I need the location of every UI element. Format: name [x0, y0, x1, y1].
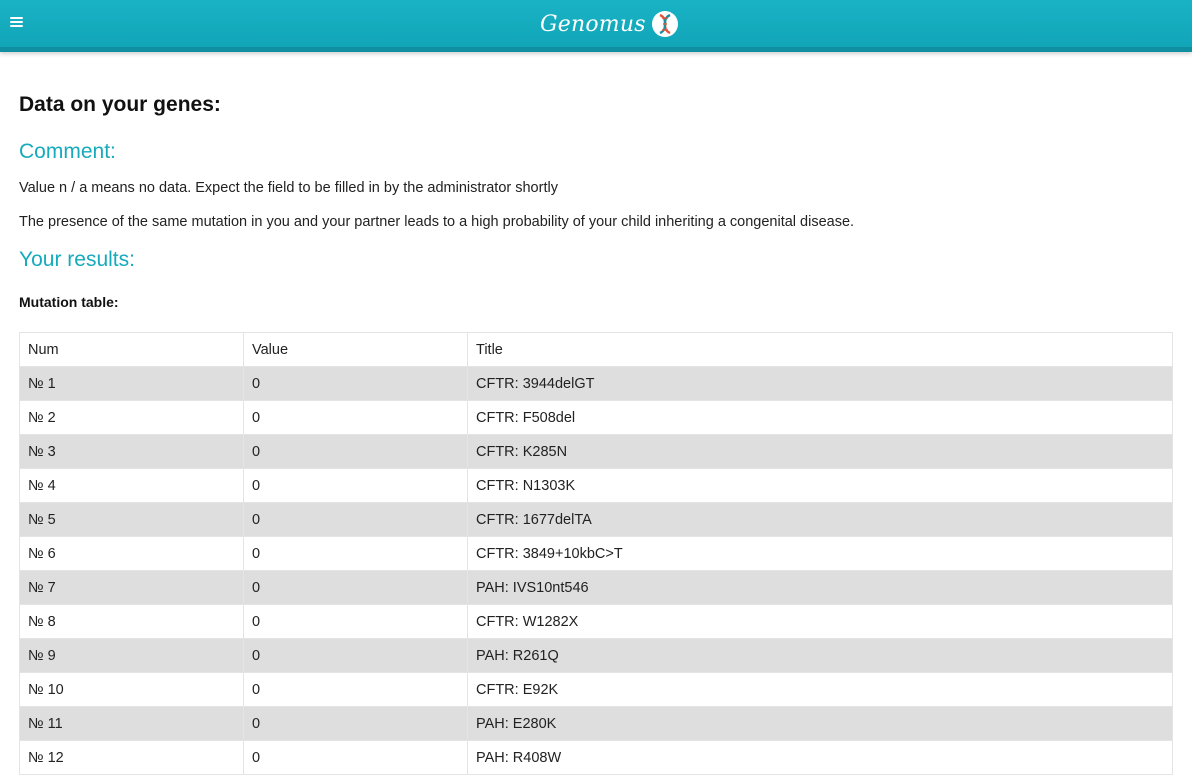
cell-value: 0 [243, 638, 468, 673]
cell-num: № 12 [19, 740, 244, 775]
table-row: № 6 0 CFTR: 3849+10kbC>T [19, 536, 1173, 571]
cell-num: № 5 [19, 502, 244, 537]
cell-num: № 7 [19, 570, 244, 605]
cell-value: 0 [243, 570, 468, 605]
cell-num: № 9 [19, 638, 244, 673]
cell-num: № 4 [19, 468, 244, 503]
brand-name: Genomus [540, 11, 646, 37]
table-row: № 5 0 CFTR: 1677delTA [19, 502, 1173, 537]
comment-text-2: The presence of the same mutation in you… [19, 214, 855, 230]
hamburger-menu-icon[interactable] [10, 17, 23, 28]
cell-value: 0 [243, 536, 468, 571]
table-caption: Mutation table: [19, 294, 119, 310]
table-row: № 4 0 CFTR: N1303K [19, 468, 1173, 503]
cell-title: PAH: IVS10nt546 [467, 570, 1173, 605]
cell-value: 0 [243, 604, 468, 639]
results-heading: Your results: [19, 248, 135, 271]
cell-title: PAH: R261Q [467, 638, 1173, 673]
cell-value: 0 [243, 468, 468, 503]
cell-title: CFTR: N1303K [467, 468, 1173, 503]
dna-logo-icon [651, 11, 678, 37]
table-row: № 8 0 CFTR: W1282X [19, 604, 1173, 639]
table-row: № 7 0 PAH: IVS10nt546 [19, 570, 1173, 605]
table-row: № 10 0 CFTR: E92K [19, 672, 1173, 707]
table-header-row: Num Value Title [19, 332, 1173, 367]
table-row: № 2 0 CFTR: F508del [19, 400, 1173, 435]
cell-value: 0 [243, 706, 468, 741]
cell-title: CFTR: 3849+10kbC>T [467, 536, 1173, 571]
cell-title: CFTR: W1282X [467, 604, 1173, 639]
cell-title: PAH: E280K [467, 706, 1173, 741]
comment-text-1: Value n / a means no data. Expect the fi… [19, 180, 558, 196]
brand[interactable]: Genomus [540, 7, 679, 41]
cell-value: 0 [243, 502, 468, 537]
cell-value: 0 [243, 434, 468, 469]
mutation-table: Num Value Title № 1 0 CFTR: 3944delGT № … [19, 332, 1173, 775]
comment-heading: Comment: [19, 140, 116, 163]
cell-title: CFTR: K285N [467, 434, 1173, 469]
page-title: Data on your genes: [19, 93, 221, 116]
top-bar: Genomus [0, 0, 1192, 52]
cell-num: № 11 [19, 706, 244, 741]
table-row: № 9 0 PAH: R261Q [19, 638, 1173, 673]
cell-title: CFTR: 3944delGT [467, 366, 1173, 401]
table-row: № 11 0 PAH: E280K [19, 706, 1173, 741]
cell-value: 0 [243, 740, 468, 775]
cell-title: CFTR: F508del [467, 400, 1173, 435]
cell-num: № 6 [19, 536, 244, 571]
cell-value: 0 [243, 672, 468, 707]
column-header-title: Title [467, 332, 1173, 367]
table-row: № 12 0 PAH: R408W [19, 740, 1173, 775]
column-header-num: Num [19, 332, 244, 367]
column-header-value: Value [243, 332, 468, 367]
cell-title: PAH: R408W [467, 740, 1173, 775]
cell-value: 0 [243, 366, 468, 401]
cell-num: № 10 [19, 672, 244, 707]
cell-num: № 2 [19, 400, 244, 435]
cell-title: CFTR: 1677delTA [467, 502, 1173, 537]
table-row: № 1 0 CFTR: 3944delGT [19, 366, 1173, 401]
cell-title: CFTR: E92K [467, 672, 1173, 707]
cell-value: 0 [243, 400, 468, 435]
cell-num: № 3 [19, 434, 244, 469]
cell-num: № 8 [19, 604, 244, 639]
cell-num: № 1 [19, 366, 244, 401]
table-row: № 3 0 CFTR: K285N [19, 434, 1173, 469]
